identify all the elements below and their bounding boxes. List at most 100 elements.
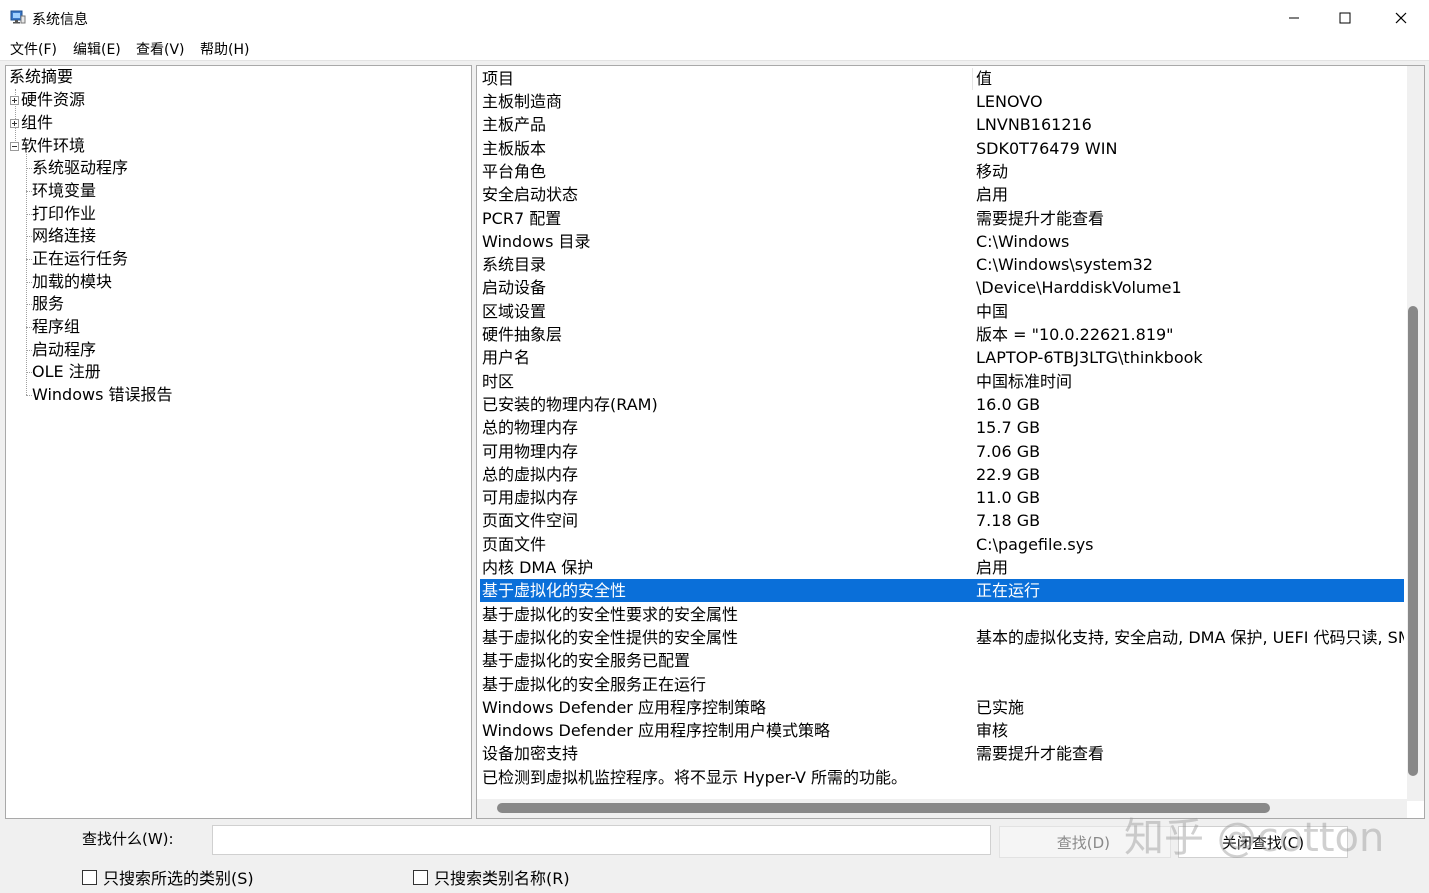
- row-item: 基于虚拟化的安全服务已配置: [482, 651, 691, 671]
- row-item: Windows Defender 应用程序控制用户模式策略: [482, 721, 830, 741]
- table-row[interactable]: 总的物理内存 15.7 GB: [480, 416, 1404, 439]
- row-value: 移动: [976, 161, 1009, 181]
- row-item: 主板产品: [482, 115, 547, 135]
- row-item: 已安装的物理内存(RAM): [482, 394, 658, 414]
- row-value: 基本的虚拟化支持, 安全启动, DMA 保护, UEFI 代码只读, SM: [976, 627, 1404, 647]
- table-row[interactable]: PCR7 配置 需要提升才能查看: [480, 207, 1404, 230]
- table-row[interactable]: 设备加密支持 需要提升才能查看: [480, 742, 1404, 765]
- vertical-scroll-thumb[interactable]: [1408, 306, 1418, 776]
- menu-view[interactable]: 查看(V): [136, 39, 185, 59]
- table-row[interactable]: 页面文件 C:\pagefile.sys: [480, 533, 1404, 556]
- table-row[interactable]: 已安装的物理内存(RAM) 16.0 GB: [480, 393, 1404, 416]
- row-item: 总的虚拟内存: [482, 464, 579, 484]
- category-tree[interactable]: 系统摘要 硬件资源 组件 软件环境 系统驱动程序 环境变量 打印作业 网络连接 …: [5, 65, 472, 819]
- table-row[interactable]: 系统目录 C:\Windows\system32: [480, 253, 1404, 276]
- tree-item-environment-variables[interactable]: 环境变量: [32, 180, 96, 202]
- expand-icon[interactable]: [10, 119, 19, 128]
- row-item: 可用虚拟内存: [482, 488, 579, 508]
- tree-item-components[interactable]: 组件: [21, 112, 53, 134]
- tree-item-software-environment[interactable]: 软件环境: [21, 135, 85, 157]
- table-row[interactable]: 主板版本 SDK0T76479 WIN: [480, 137, 1404, 160]
- row-item: 基于虚拟化的安全性: [482, 581, 627, 601]
- table-row[interactable]: 基于虚拟化的安全服务已配置: [480, 649, 1404, 672]
- details-list[interactable]: 项目 值 主板制造商 LENOVO 主板产品 LNVNB161216 主板版本 SDK0T…: [476, 65, 1425, 819]
- row-item: 主板版本: [482, 138, 547, 158]
- table-row[interactable]: 基于虚拟化的安全服务正在运行: [480, 673, 1404, 696]
- row-item: 页面文件: [482, 534, 547, 554]
- table-row[interactable]: 平台角色 移动: [480, 160, 1404, 183]
- table-row[interactable]: 已检测到虚拟机监控程序。将不显示 Hyper-V 所需的功能。: [480, 766, 1404, 789]
- table-row[interactable]: Windows 目录 C:\Windows: [480, 230, 1404, 253]
- row-value: 需要提升才能查看: [976, 744, 1105, 764]
- tree-item-network-connections[interactable]: 网络连接: [32, 225, 96, 247]
- tree-item-program-groups[interactable]: 程序组: [32, 316, 80, 338]
- row-item: 系统目录: [482, 255, 547, 275]
- table-row[interactable]: 页面文件空间 7.18 GB: [480, 509, 1404, 532]
- row-item: 设备加密支持: [482, 744, 579, 764]
- row-item: 已检测到虚拟机监控程序。将不显示 Hyper-V 所需的功能。: [482, 767, 908, 787]
- table-row[interactable]: 区域设置 中国: [480, 300, 1404, 323]
- tree-item-startup-programs[interactable]: 启动程序: [32, 339, 96, 361]
- table-row[interactable]: 安全启动状态 启用: [480, 183, 1404, 206]
- row-item: 基于虚拟化的安全性要求的安全属性: [482, 604, 739, 624]
- row-item: PCR7 配置: [482, 208, 562, 228]
- header-item[interactable]: 项目: [482, 67, 514, 90]
- watermark: 知乎 @cotton: [1124, 815, 1385, 861]
- collapse-icon[interactable]: [10, 142, 19, 151]
- tree-item-running-tasks[interactable]: 正在运行任务: [32, 248, 128, 270]
- tree-item-loaded-modules[interactable]: 加载的模块: [32, 271, 112, 293]
- checkbox-box[interactable]: [413, 869, 428, 885]
- table-row[interactable]: 基于虚拟化的安全性要求的安全属性: [480, 603, 1404, 626]
- close-window-button[interactable]: [1373, 0, 1429, 36]
- find-input[interactable]: [212, 825, 991, 855]
- tree-item-hardware[interactable]: 硬件资源: [21, 89, 85, 111]
- tree-item-system-summary[interactable]: 系统摘要: [9, 66, 73, 88]
- table-row[interactable]: 可用物理内存 7.06 GB: [480, 440, 1404, 463]
- table-row[interactable]: 基于虚拟化的安全性提供的安全属性 基本的虚拟化支持, 安全启动, DMA 保护, …: [480, 626, 1404, 649]
- table-row[interactable]: 用户名 LAPTOP-6TBJ3LTG\thinkbook: [480, 346, 1404, 369]
- menu-edit[interactable]: 编辑(E): [73, 39, 121, 59]
- table-row[interactable]: 主板产品 LNVNB161216: [480, 113, 1404, 136]
- table-row[interactable]: 主板制造商 LENOVO: [480, 90, 1404, 113]
- header-value[interactable]: 值: [976, 67, 1404, 90]
- table-row[interactable]: 基于虚拟化的安全性 正在运行: [480, 579, 1404, 603]
- checkbox-box[interactable]: [82, 869, 97, 885]
- row-item: 内核 DMA 保护: [482, 558, 594, 577]
- row-value: 正在运行: [976, 581, 1041, 601]
- table-row[interactable]: 时区 中国标准时间: [480, 370, 1404, 393]
- column-divider[interactable]: [972, 68, 973, 90]
- tree-item-services[interactable]: 服务: [32, 293, 64, 315]
- tree-item-windows-error-reporting[interactable]: Windows 错误报告: [32, 384, 173, 406]
- tree-item-print-jobs[interactable]: 打印作业: [32, 203, 96, 225]
- row-value: 7.06 GB: [976, 441, 1041, 461]
- menu-bar: 文件(F) 编辑(E) 查看(V) 帮助(H): [0, 36, 1429, 61]
- row-item: Windows 目录: [482, 231, 591, 251]
- menu-help[interactable]: 帮助(H): [200, 39, 249, 59]
- table-row[interactable]: Windows Defender 应用程序控制策略 已实施: [480, 696, 1404, 719]
- table-row[interactable]: 硬件抽象层 版本 = "10.0.22621.819": [480, 323, 1404, 346]
- row-item: 基于虚拟化的安全服务正在运行: [482, 674, 707, 694]
- row-value: \Device\HarddiskVolume1: [976, 278, 1182, 298]
- search-category-names-checkbox[interactable]: 只搜索类别名称(R): [413, 865, 570, 889]
- table-row[interactable]: 可用虚拟内存 11.0 GB: [480, 486, 1404, 509]
- table-row[interactable]: Windows Defender 应用程序控制用户模式策略 审核: [480, 719, 1404, 742]
- close-icon: [1395, 12, 1407, 24]
- title-bar: 系统信息: [0, 0, 1429, 36]
- table-row[interactable]: 总的虚拟内存 22.9 GB: [480, 463, 1404, 486]
- tree-item-ole-registration[interactable]: OLE 注册: [32, 361, 101, 383]
- maximize-button[interactable]: [1317, 0, 1373, 36]
- table-row[interactable]: 内核 DMA 保护 启用: [480, 556, 1404, 579]
- table-row[interactable]: 启动设备 \Device\HarddiskVolume1: [480, 276, 1404, 299]
- minimize-button[interactable]: [1266, 0, 1322, 36]
- row-item: 平台角色: [482, 161, 547, 181]
- row-item: 时区: [482, 371, 515, 391]
- row-item: Windows Defender 应用程序控制策略: [482, 697, 766, 717]
- search-selected-category-checkbox[interactable]: 只搜索所选的类别(S): [82, 865, 254, 889]
- tree-item-system-drivers[interactable]: 系统驱动程序: [32, 157, 128, 179]
- row-item: 用户名: [482, 348, 531, 368]
- row-value: 11.0 GB: [976, 488, 1041, 508]
- expand-icon[interactable]: [10, 96, 19, 105]
- tree-connector: [26, 150, 27, 395]
- minimize-icon: [1289, 17, 1299, 19]
- menu-file[interactable]: 文件(F): [10, 39, 57, 59]
